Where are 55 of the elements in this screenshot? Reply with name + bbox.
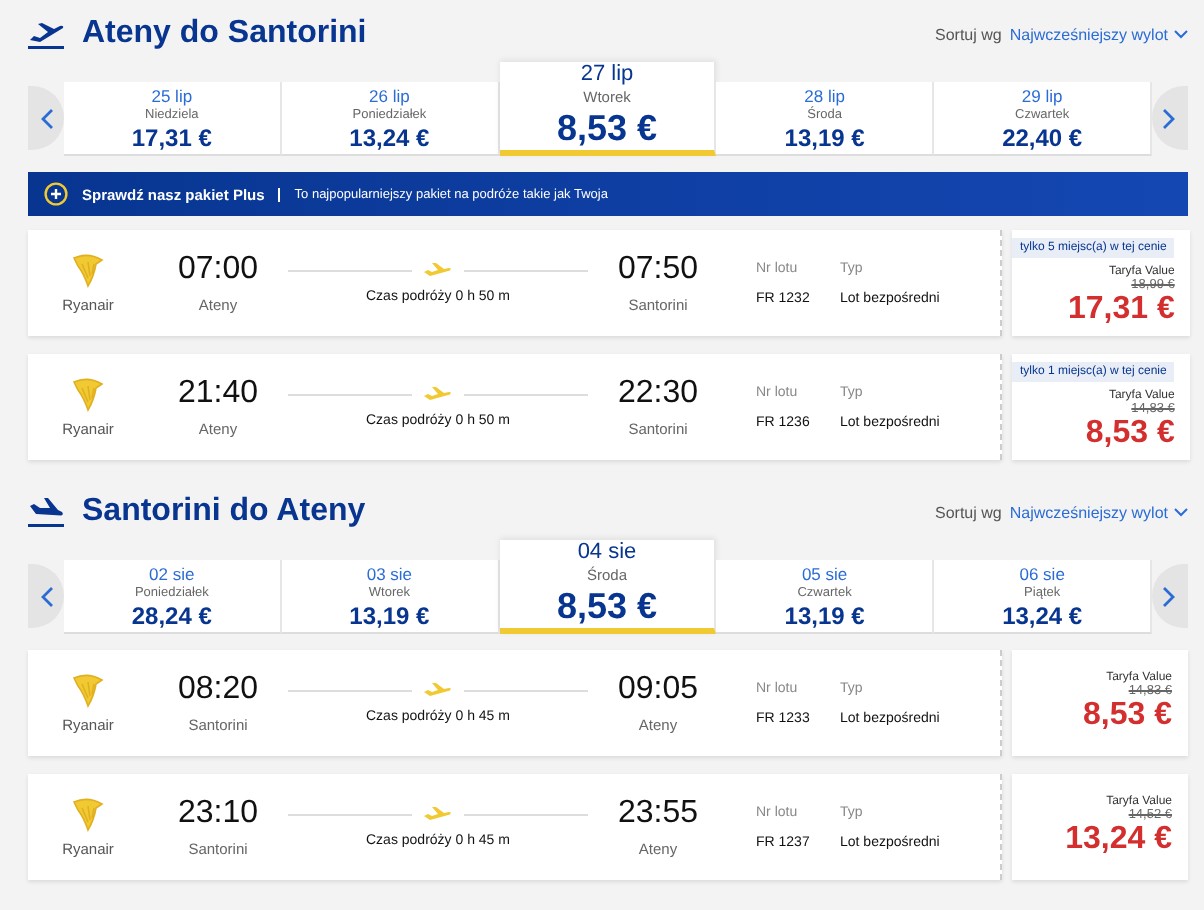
date-label: 25 lip [151, 85, 193, 105]
date-label: 05 sie [801, 563, 848, 583]
chevron-left-icon [39, 107, 53, 129]
date-price: 13,24 € [349, 123, 430, 151]
date-price: 13,24 € [1002, 601, 1083, 629]
previous-button[interactable] [28, 86, 64, 150]
sort-dropdown[interactable]: Najwcześniejszy wylot [1009, 503, 1188, 521]
chevron-right-icon [1162, 107, 1177, 129]
arrival-time: 22:30 [617, 376, 699, 412]
date-price: 17,31 € [131, 123, 212, 151]
airplane-icon [424, 262, 452, 278]
arrival-time: 09:05 [617, 672, 699, 708]
date-label: 29 lip [1021, 85, 1063, 105]
departure-time: 23:10 [177, 796, 259, 832]
section-title: Santorini do Ateny [82, 494, 366, 530]
price: 13,24 € [1065, 822, 1172, 858]
price: 8,53 € [1085, 416, 1175, 452]
chevron-left-icon [39, 585, 53, 607]
previous-button[interactable] [28, 564, 64, 628]
date-label: 02 sie [149, 563, 195, 583]
plus-icon [44, 182, 68, 206]
departure-time: 07:00 [177, 252, 259, 288]
sort-dropdown[interactable]: Najwcześniejszy wylot [1009, 25, 1188, 43]
airplane-icon [28, 18, 64, 50]
airplane-icon [424, 806, 452, 822]
date-price: 28,24 € [131, 601, 212, 629]
date-price: 8,53 € [556, 108, 658, 150]
date-price: 13,19 € [349, 601, 430, 629]
chevron-icon [1174, 507, 1188, 517]
airplane-icon [424, 682, 452, 698]
date-price: 22,40 € [1002, 123, 1083, 151]
arrival-time: 07:50 [617, 252, 699, 288]
airplane-icon [28, 496, 64, 528]
next-button[interactable] [1151, 564, 1188, 628]
sort-label: Sortuj wg [935, 25, 1002, 43]
date-price: 13,19 € [784, 123, 865, 151]
price: 8,53 € [1083, 698, 1172, 734]
departure-time: 08:20 [177, 672, 259, 708]
sort-label: Sortuj wg [935, 503, 1002, 521]
arrival-time: 23:55 [617, 796, 699, 832]
date-price: 8,53 € [556, 586, 658, 628]
price: 17,31 € [1067, 292, 1175, 328]
date-label: 28 lip [804, 85, 845, 105]
date-label: 27 lip [580, 62, 634, 86]
date-label: 04 sie [577, 540, 637, 564]
departure-time: 21:40 [177, 376, 259, 412]
chevron-icon [1174, 29, 1188, 39]
section-title: Ateny do Santorini [82, 16, 367, 52]
date-price: 13,19 € [784, 601, 865, 629]
date-label: 26 lip [369, 85, 410, 105]
next-button[interactable] [1151, 86, 1188, 150]
date-label: 06 sie [1019, 563, 1065, 583]
date-label: 03 sie [366, 563, 413, 583]
airplane-icon [424, 386, 452, 402]
chevron-right-icon [1162, 585, 1177, 607]
